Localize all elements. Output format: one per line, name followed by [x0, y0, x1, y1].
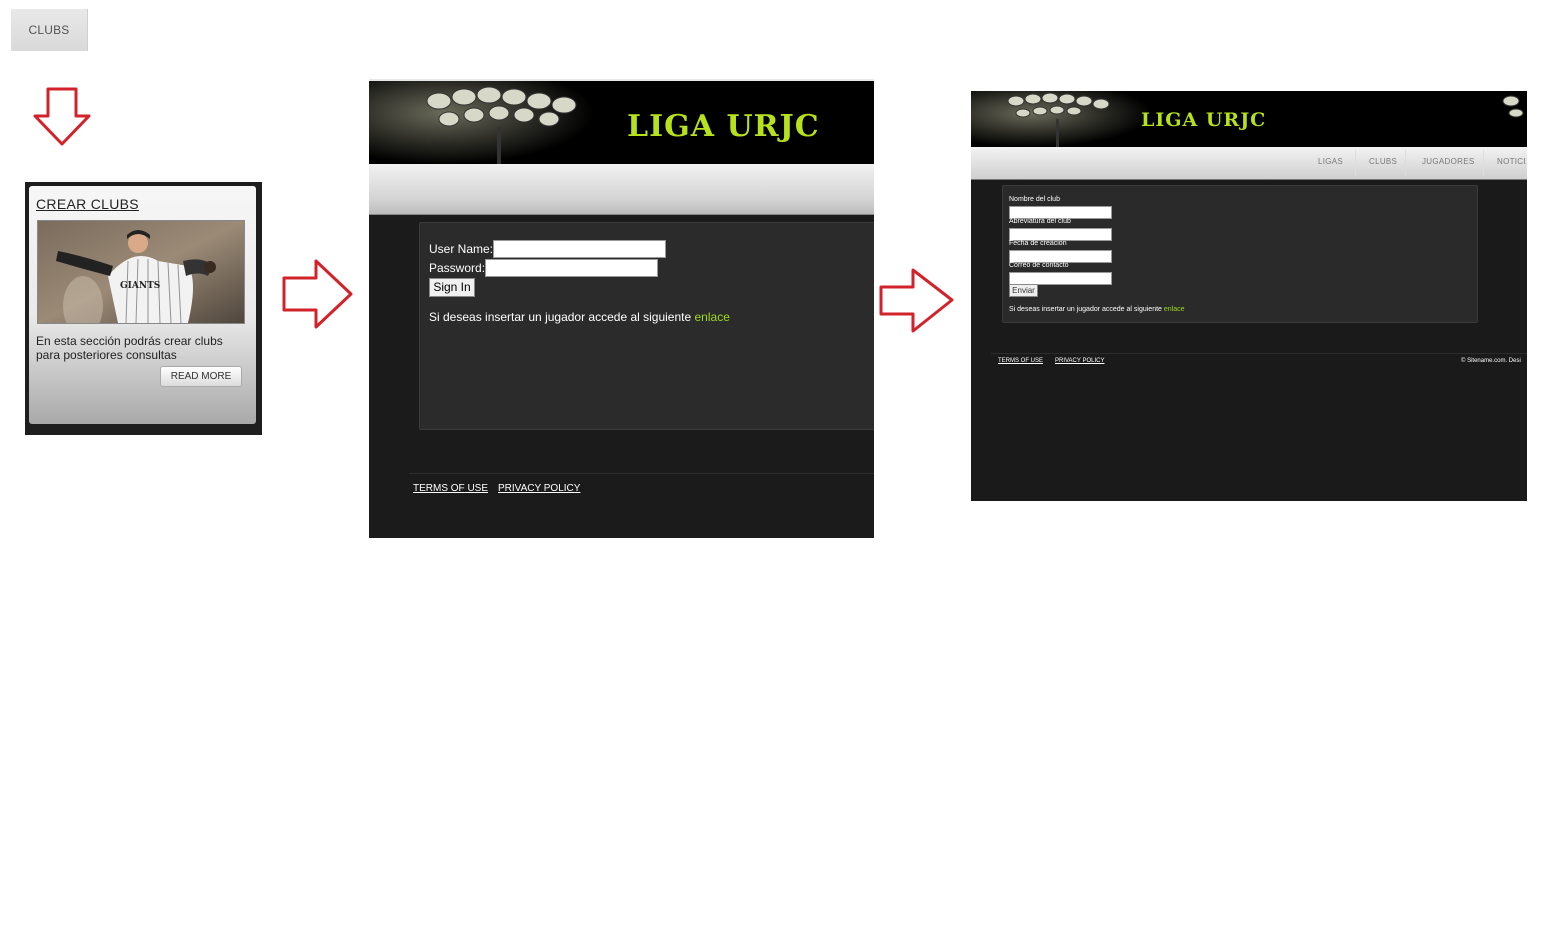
- password-row: Password:: [429, 259, 659, 277]
- footer-divider: [409, 473, 874, 474]
- nav-divider: [1405, 150, 1406, 176]
- privacy-policy-link[interactable]: PRIVACY POLICY: [1055, 358, 1104, 364]
- login-screen: LIGA URJC User Name: Password: Sign In S…: [369, 79, 874, 538]
- right-arrow-icon: [879, 267, 955, 335]
- read-more-button[interactable]: READ MORE: [160, 366, 242, 387]
- club-abbreviation-label: Abreviatura del club: [1009, 218, 1071, 225]
- nav-item-jugadores[interactable]: JUGADORES: [1422, 157, 1475, 166]
- clubs-tab[interactable]: CLUBS: [11, 9, 88, 51]
- nav-divider: [1483, 150, 1484, 176]
- login-panel: User Name: Password: Sign In Si deseas i…: [419, 222, 874, 430]
- down-arrow-icon: [33, 87, 91, 147]
- right-arrow-icon: [282, 258, 354, 330]
- hint-link[interactable]: enlace: [695, 310, 730, 324]
- send-button[interactable]: Enviar: [1009, 284, 1038, 297]
- clubs-tab-label: CLUBS: [28, 23, 70, 37]
- card-title[interactable]: CREAR CLUBS: [36, 196, 139, 212]
- nav-item-ligas[interactable]: LIGAS: [1318, 157, 1343, 166]
- create-club-screen: LIGA URJC LIGAS CLUBS JUGADORES NOTICI N…: [971, 91, 1527, 501]
- username-label: User Name:: [429, 242, 494, 256]
- username-row: User Name:: [429, 240, 667, 258]
- contact-email-label: Correo de contacto: [1009, 262, 1069, 269]
- nav-divider: [1355, 150, 1356, 176]
- card-body: CREAR CLUBS GIANTS En esta sección podrá…: [29, 186, 256, 424]
- password-input[interactable]: [485, 259, 659, 277]
- hint-text-body: Si deseas insertar un jugador accede al …: [429, 310, 695, 324]
- footer-divider: [991, 353, 1527, 354]
- terms-of-use-link[interactable]: TERMS OF USE: [413, 483, 488, 494]
- card-description: En esta sección podrás crear clubs para …: [36, 334, 223, 362]
- site-banner: LIGA URJC: [369, 79, 874, 164]
- crear-clubs-card: CREAR CLUBS GIANTS En esta sección podrá…: [25, 182, 262, 435]
- privacy-policy-link[interactable]: PRIVACY POLICY: [498, 483, 580, 494]
- nav-item-noticias[interactable]: NOTICI: [1497, 157, 1526, 166]
- hint-link[interactable]: enlace: [1164, 306, 1185, 313]
- banner-title: LIGA URJC: [1141, 109, 1267, 131]
- username-input[interactable]: [493, 240, 667, 258]
- hint-text: Si deseas insertar un jugador accede al …: [1009, 306, 1185, 313]
- banner-title: LIGA URJC: [627, 109, 820, 144]
- nav-bar: LIGAS CLUBS JUGADORES NOTICI: [971, 147, 1527, 180]
- baseball-player-photo: GIANTS: [37, 220, 245, 324]
- nav-bar: [369, 164, 874, 215]
- hint-text: Si deseas insertar un jugador accede al …: [429, 310, 730, 324]
- password-label: Password:: [429, 261, 486, 275]
- copyright-text: © Sitename.com. Desi: [1461, 358, 1521, 364]
- terms-of-use-link[interactable]: TERMS OF USE: [998, 358, 1043, 364]
- sign-in-button[interactable]: Sign In: [429, 278, 475, 297]
- nav-item-clubs[interactable]: CLUBS: [1369, 157, 1397, 166]
- jersey-text: GIANTS: [120, 281, 160, 291]
- club-name-label: Nombre del club: [1009, 196, 1060, 203]
- creation-date-label: Fecha de creacion: [1009, 240, 1067, 247]
- site-banner: LIGA URJC: [971, 91, 1527, 147]
- create-club-form: Nombre del club Abreviatura del club Fec…: [1002, 185, 1478, 323]
- hint-text-body: Si deseas insertar un jugador accede al …: [1009, 306, 1164, 313]
